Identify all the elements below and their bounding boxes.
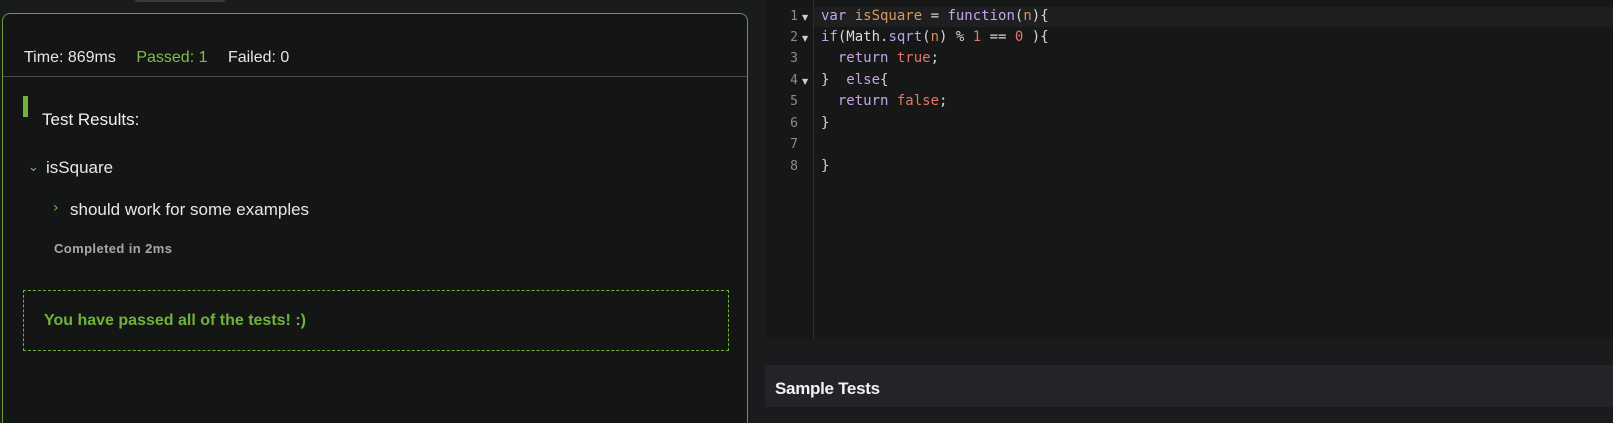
punct-token: } xyxy=(821,158,830,174)
fold-arrow-icon[interactable]: ▼ xyxy=(802,34,808,43)
punct-token: { xyxy=(880,72,889,88)
line-number: 4 xyxy=(790,73,798,88)
punct-token: } xyxy=(821,115,830,131)
pass-message: You have passed all of the tests! :) xyxy=(44,312,306,329)
keyword-token: return xyxy=(821,50,897,66)
line-number: 5 xyxy=(790,94,798,109)
divider xyxy=(3,76,747,77)
code-editor[interactable]: 1 ▼ 2 ▼ 3 4 ▼ 5 6 7 8 var isSquare = fun… xyxy=(765,0,1613,339)
punct-token: ; xyxy=(930,50,940,66)
keyword-token: else xyxy=(846,72,881,88)
punct-token: } xyxy=(821,72,847,88)
keyword-token: if xyxy=(821,29,838,45)
passed-stat: Passed: 1 xyxy=(136,49,208,66)
tab-stub xyxy=(135,0,225,2)
line-number: 2 xyxy=(790,30,798,45)
operator-token: % xyxy=(955,29,973,45)
line-number: 6 xyxy=(790,116,798,131)
keyword-token: function xyxy=(947,8,1015,24)
run-stats: Time: 869ms Passed: 1 Failed: 0 xyxy=(24,49,305,67)
line-gutter: 1 ▼ 2 ▼ 3 4 ▼ 5 6 7 8 xyxy=(765,0,814,339)
pass-message-box: You have passed all of the tests! :) xyxy=(23,290,729,351)
punct-token: ) xyxy=(939,29,956,45)
line-number: 8 xyxy=(790,159,798,174)
object-token: Math xyxy=(846,29,881,45)
operator-token: == xyxy=(981,29,1015,45)
code-line[interactable]: } else{ xyxy=(821,72,888,88)
code-line[interactable]: } xyxy=(821,158,829,174)
line-number: 3 xyxy=(790,51,798,66)
sample-tests-title: Sample Tests xyxy=(775,379,880,398)
section-marker xyxy=(23,96,28,117)
method-token: sqrt xyxy=(888,29,923,45)
test-case-label[interactable]: should work for some examples xyxy=(70,200,309,220)
completed-time: Completed in 2ms xyxy=(54,241,173,256)
keyword-token: var xyxy=(821,8,855,24)
punct-token: ( xyxy=(922,29,931,45)
boolean-token: true xyxy=(896,50,931,66)
fold-arrow-icon[interactable]: ▼ xyxy=(802,13,808,22)
test-results-title: Test Results: xyxy=(42,110,140,129)
punct-token: ){ xyxy=(1023,29,1049,45)
line-number: 1 xyxy=(790,9,798,24)
number-token: 1 xyxy=(972,29,982,45)
code-line[interactable]: } xyxy=(821,115,829,131)
time-stat: Time: 869ms xyxy=(24,49,116,66)
operator-token: = xyxy=(922,8,948,24)
identifier-token: isSquare xyxy=(854,8,923,24)
param-token: n xyxy=(1023,8,1032,24)
chevron-right-icon[interactable]: › xyxy=(53,200,59,216)
line-number: 7 xyxy=(790,137,798,152)
chevron-down-icon[interactable]: ⌄ xyxy=(28,160,39,175)
keyword-token: return xyxy=(821,93,897,109)
code-line[interactable]: if(Math.sqrt(n) % 1 == 0 ){ xyxy=(821,29,1049,45)
code-line[interactable]: var isSquare = function(n){ xyxy=(821,8,1049,24)
test-suite-label[interactable]: isSquare xyxy=(46,158,113,178)
code-line[interactable]: return false; xyxy=(821,93,948,109)
failed-stat: Failed: 0 xyxy=(227,49,290,66)
sample-tests-header[interactable]: Sample Tests xyxy=(765,365,1613,407)
code-line[interactable]: return true; xyxy=(821,50,939,66)
punct-token: ){ xyxy=(1031,8,1049,24)
punct-token: ; xyxy=(939,93,948,109)
boolean-token: false xyxy=(896,93,940,109)
param-token: n xyxy=(930,29,940,45)
test-results-panel: Time: 869ms Passed: 1 Failed: 0 Test Res… xyxy=(2,13,748,423)
fold-arrow-icon[interactable]: ▼ xyxy=(802,77,808,86)
